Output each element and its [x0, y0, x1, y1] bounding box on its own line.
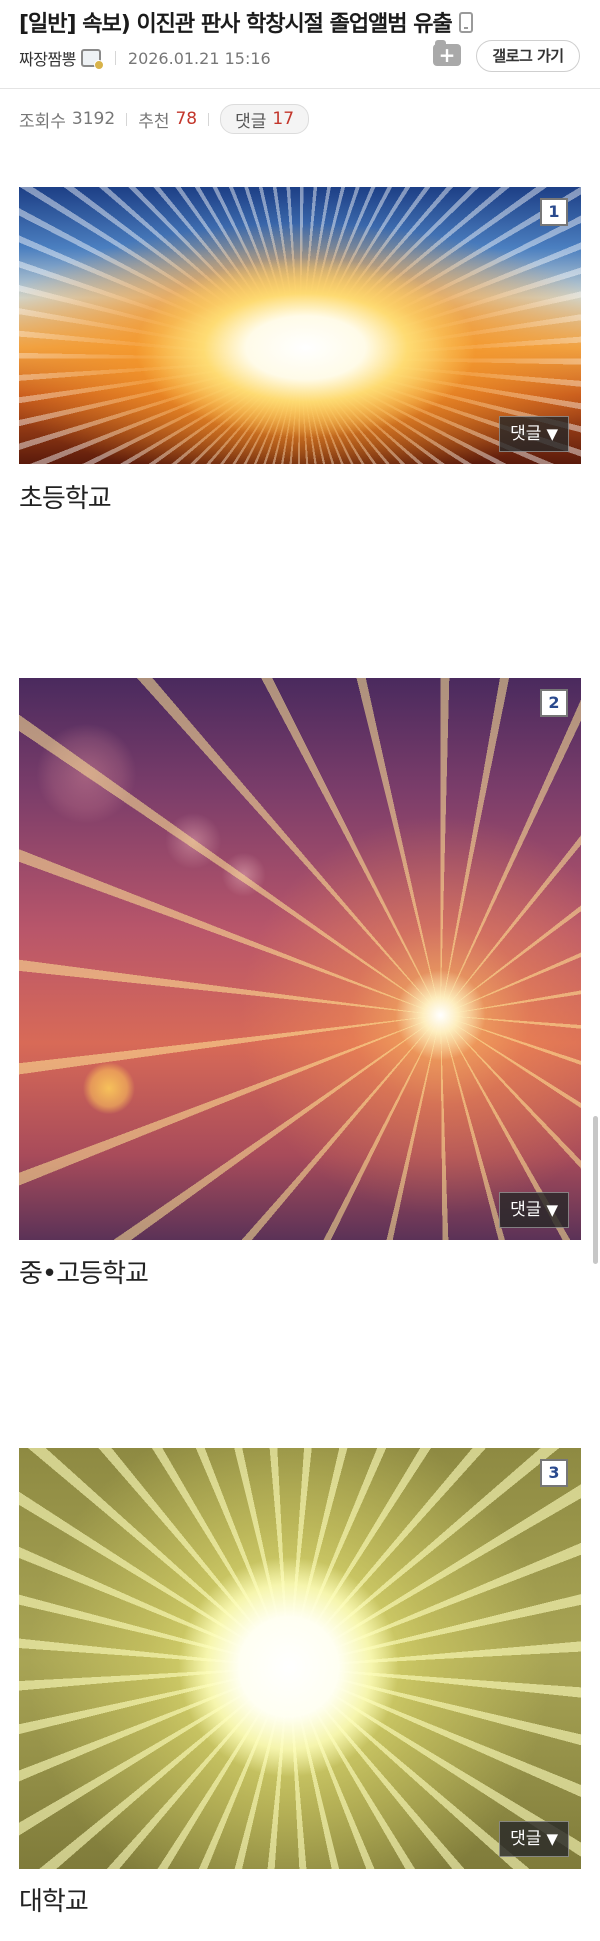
image-comment-button[interactable]: 댓글 ▼ [499, 1192, 569, 1228]
comments-count: 17 [272, 109, 295, 129]
image-caption: 대학교 [19, 1887, 89, 1917]
image-comment-label: 댓글 [510, 1829, 542, 1849]
mobile-icon [458, 11, 473, 33]
author-name[interactable]: 짜장짬뽕 [19, 46, 76, 70]
recommend-count: 78 [175, 109, 198, 129]
triangle-down-icon: ▼ [546, 1830, 558, 1848]
image-number-badge: 3 [540, 1459, 568, 1487]
views-count: 3192 [71, 109, 116, 129]
title-row: [일반] 속보) 이진관 판사 학창시절 졸업앨범 유출 [19, 6, 473, 38]
image-number-badge: 2 [540, 689, 568, 717]
recommend-label: 추천 [138, 111, 170, 132]
comments-link[interactable]: 댓글 17 [220, 104, 310, 134]
image-comment-button[interactable]: 댓글 ▼ [499, 1821, 569, 1857]
scrap-button[interactable]: + [433, 40, 461, 67]
image-number-badge: 1 [540, 198, 568, 226]
post-title: [일반] 속보) 이진관 판사 학창시절 졸업앨범 유출 [19, 12, 453, 37]
triangle-down-icon: ▼ [546, 1201, 558, 1219]
post-stats: 조회수 3192 추천 78 댓글 17 [19, 104, 310, 134]
post-header: [일반] 속보) 이진관 판사 학창시절 졸업앨범 유출 짜장짬뽕 2026.0… [0, 0, 600, 89]
views-label: 조회수 [19, 111, 66, 132]
image-caption: 초등학교 [19, 484, 112, 514]
image-comment-button[interactable]: 댓글 ▼ [499, 416, 569, 452]
image-caption: 중•고등학교 [19, 1259, 149, 1289]
scrollbar[interactable] [593, 1116, 598, 1264]
triangle-down-icon: ▼ [546, 425, 558, 443]
image-comment-label: 댓글 [510, 424, 542, 444]
post-date: 2026.01.21 15:16 [127, 48, 271, 68]
fixed-nick-icon [80, 49, 104, 70]
divider [114, 51, 116, 65]
divider [126, 112, 128, 126]
post-image-3[interactable]: 3 댓글 ▼ [19, 1448, 581, 1869]
post-meta: 짜장짬뽕 2026.01.21 15:16 [19, 46, 271, 70]
image-comment-label: 댓글 [510, 1200, 542, 1220]
post-image-1[interactable]: 1 댓글 ▼ [19, 187, 581, 464]
comments-label: 댓글 [235, 111, 267, 132]
post-image-2[interactable]: 2 댓글 ▼ [19, 678, 581, 1240]
divider [208, 112, 210, 126]
plus-icon: + [438, 43, 456, 67]
gallog-button[interactable]: 갤로그 가기 [476, 40, 580, 72]
